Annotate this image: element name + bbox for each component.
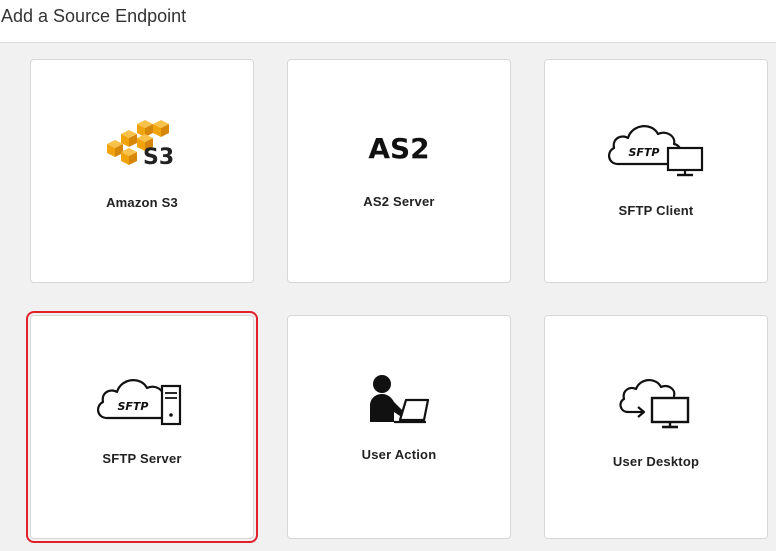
user-action-icon	[288, 372, 510, 424]
endpoint-card-sftp-client[interactable]: SFTP SFTP Client	[544, 59, 768, 283]
endpoint-card-user-action[interactable]: User Action	[287, 315, 511, 539]
amazon-s3-icon: S3	[31, 118, 253, 170]
endpoint-label: User Desktop	[612, 454, 700, 469]
endpoint-label: AS2 Server	[363, 194, 435, 209]
endpoint-card-sftp-server[interactable]: SFTP SFTP Server	[26, 311, 258, 543]
endpoint-card-user-desktop[interactable]: User Desktop	[544, 315, 768, 539]
endpoint-label: User Action	[361, 447, 437, 462]
svg-text:SFTP: SFTP	[628, 146, 659, 159]
svg-text:S3: S3	[143, 145, 174, 170]
svg-text:SFTP: SFTP	[117, 400, 148, 413]
svg-text:AS2: AS2	[368, 132, 429, 164]
page-header: Add a Source Endpoint	[0, 0, 776, 43]
endpoint-label: SFTP Server	[102, 451, 182, 466]
endpoint-card-amazon-s3[interactable]: S3 Amazon S3	[30, 59, 254, 283]
page-title: Add a Source Endpoint	[1, 6, 187, 26]
as2-icon: AS2	[288, 130, 510, 164]
endpoint-label: Amazon S3	[106, 195, 178, 210]
sftp-client-icon: SFTP	[545, 118, 767, 180]
sftp-server-icon: SFTP	[31, 372, 253, 428]
endpoint-card-as2-server[interactable]: AS2 AS2 Server	[287, 59, 511, 283]
endpoint-label: SFTP Client	[618, 203, 694, 218]
user-desktop-icon	[545, 374, 767, 432]
